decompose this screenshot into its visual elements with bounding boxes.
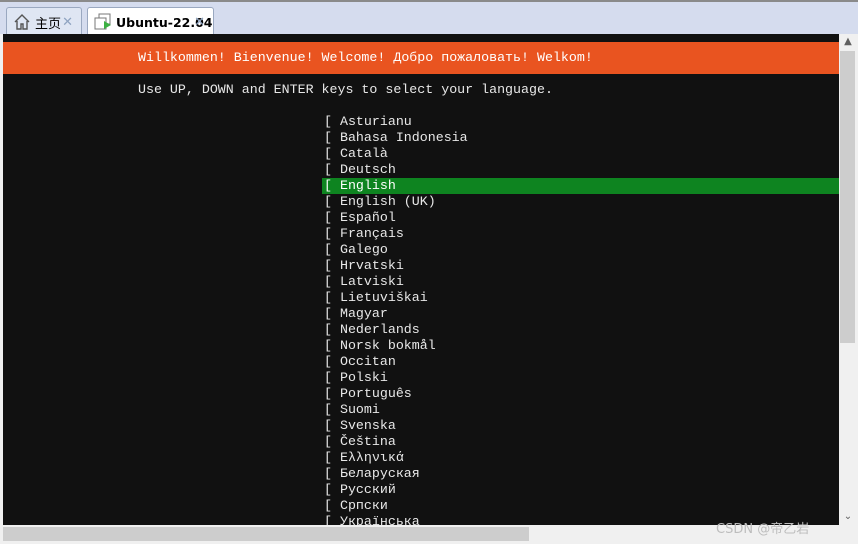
language-label: Српски [339,498,388,513]
language-option[interactable]: [ English [322,178,839,194]
language-option[interactable]: [ Occitan [322,354,839,370]
option-bracket: [ [324,146,340,161]
language-option[interactable]: [ Hrvatski [322,258,839,274]
language-label: English [339,178,396,193]
language-label: Català [339,146,388,161]
language-option[interactable]: [ Français [322,226,839,242]
language-option[interactable]: [ English (UK) [322,194,839,210]
tab-ubuntu[interactable]: Ubuntu-22.04 ✕ [87,7,214,36]
language-option[interactable]: [ Српски [322,498,839,514]
language-label: Occitan [339,354,396,369]
language-option[interactable]: [ Lietuviškai [322,290,839,306]
language-label: Latviski [339,274,404,289]
vertical-scroll-thumb[interactable] [840,51,855,343]
language-label: Português [339,386,412,401]
vertical-scrollbar[interactable]: ▲ ⌄ [839,34,857,525]
welcome-banner: Willkommen! Bienvenue! Welcome! Добро по… [3,42,839,74]
language-option[interactable]: [ Português [322,386,839,402]
option-bracket: [ [324,434,340,449]
tab-bar: 主页 ✕ Ubuntu-22.04 ✕ [0,2,858,36]
language-label: Nederlands [339,322,420,337]
language-option[interactable]: [ Español [322,210,839,226]
option-bracket: [ [324,162,340,177]
tab-home[interactable]: 主页 ✕ [6,7,82,36]
language-option[interactable]: [ Català [322,146,839,162]
language-label: Ελληνικά [339,450,404,465]
language-label: Čeština [339,434,396,449]
option-bracket: [ [324,178,340,193]
language-label: Suomi [339,402,380,417]
vm-console[interactable]: Willkommen! Bienvenue! Welcome! Добро по… [3,34,839,525]
language-list[interactable]: [ Asturianu[ Bahasa Indonesia[ Català[ D… [322,114,839,525]
horizontal-scrollbar[interactable] [3,525,839,542]
option-bracket: [ [324,290,340,305]
language-label: Lietuviškai [339,290,428,305]
language-label: Русский [339,482,396,497]
option-bracket: [ [324,498,340,513]
language-label: Svenska [339,418,396,433]
language-label: Asturianu [339,114,412,129]
language-option[interactable]: [ Deutsch [322,162,839,178]
option-bracket: [ [324,322,340,337]
scroll-down-icon[interactable]: ⌄ [839,509,857,525]
language-label: Hrvatski [339,258,404,273]
language-option[interactable]: [ Čeština [322,434,839,450]
option-bracket: [ [324,258,340,273]
option-bracket: [ [324,370,340,385]
option-bracket: [ [324,226,340,241]
language-option[interactable]: [ Galego [322,242,839,258]
option-bracket: [ [324,274,340,289]
option-bracket: [ [324,210,340,225]
language-label: Galego [339,242,388,257]
option-bracket: [ [324,114,340,129]
tab-label: 主页 [35,16,62,32]
language-label: Polski [339,370,388,385]
option-bracket: [ [324,306,340,321]
language-label: Deutsch [339,162,396,177]
language-option[interactable]: [ Asturianu [322,114,839,130]
language-option[interactable]: [ Norsk bokmål [322,338,839,354]
option-bracket: [ [324,450,340,465]
scroll-up-icon[interactable]: ▲ [839,34,857,50]
language-label: Bahasa Indonesia [339,130,468,145]
home-icon [14,14,30,30]
close-icon[interactable]: ✕ [62,15,73,30]
option-bracket: [ [324,418,340,433]
language-label: Українська [339,514,420,525]
watermark: CSDN @帝乙岩 [716,522,810,537]
language-option[interactable]: [ Magyar [322,306,839,322]
option-bracket: [ [324,514,340,525]
language-option[interactable]: [ Беларуская [322,466,839,482]
option-bracket: [ [324,242,340,257]
option-bracket: [ [324,354,340,369]
language-label: Magyar [339,306,388,321]
option-bracket: [ [324,466,340,481]
language-option[interactable]: [ Nederlands [322,322,839,338]
language-option[interactable]: [ Bahasa Indonesia [322,130,839,146]
language-option[interactable]: [ Svenska [322,418,839,434]
language-option[interactable]: [ Suomi [322,402,839,418]
language-label: Беларуская [339,466,420,481]
language-option[interactable]: [ Polski [322,370,839,386]
vm-running-icon [94,13,111,30]
language-label: English (UK) [339,194,436,209]
horizontal-scroll-thumb[interactable] [3,527,529,541]
option-bracket: [ [324,194,340,209]
language-option[interactable]: [ Ελληνικά [322,450,839,466]
instruction-text: Use UP, DOWN and ENTER keys to select yo… [138,82,553,97]
language-option[interactable]: [ Русский [322,482,839,498]
language-label: Español [339,210,396,225]
option-bracket: [ [324,482,340,497]
option-bracket: [ [324,402,340,417]
close-icon[interactable]: ✕ [194,15,205,30]
option-bracket: [ [324,386,340,401]
option-bracket: [ [324,130,340,145]
language-option[interactable]: [ Latviski [322,274,839,290]
language-label: Français [339,226,404,241]
option-bracket: [ [324,338,340,353]
language-label: Norsk bokmål [339,338,436,353]
